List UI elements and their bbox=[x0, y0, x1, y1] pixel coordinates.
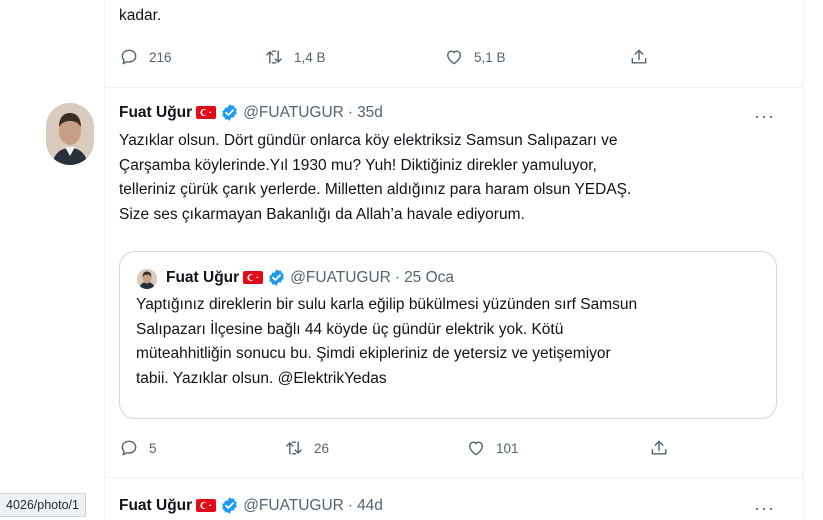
retweet-icon bbox=[266, 50, 282, 64]
like-count: 5,1 B bbox=[474, 49, 506, 65]
text-line: Salıpazarı İlçesine bağlı 44 köyde üç gü… bbox=[136, 320, 564, 338]
timeline-left-border bbox=[104, 0, 105, 520]
quoted-tweet-text: Yaptığınız direklerin bir sulu karla eği… bbox=[136, 293, 637, 391]
reply-button[interactable]: 5 bbox=[119, 438, 284, 458]
like-count: 101 bbox=[496, 440, 519, 456]
timeline-right-border bbox=[803, 0, 804, 520]
reply-icon bbox=[121, 49, 137, 65]
verified-badge-icon bbox=[222, 104, 237, 121]
text-line: Yazıklar olsun. Dört gündür onlarca köy … bbox=[119, 132, 618, 149]
reply-count: 216 bbox=[149, 49, 172, 65]
turkey-flag-icon bbox=[196, 106, 217, 119]
author-handle[interactable]: @FUATUGUR bbox=[243, 497, 344, 515]
share-icon bbox=[631, 49, 647, 64]
retweet-count: 1,4 B bbox=[294, 49, 326, 65]
text-line: telleriniz çürük çarık yerlerde. Millett… bbox=[119, 181, 632, 198]
retweet-count: 26 bbox=[314, 440, 330, 456]
main-tweet-text: Yazıklar olsun. Dört gündür onlarca köy … bbox=[119, 129, 631, 227]
tweet-divider bbox=[104, 477, 803, 478]
quoted-tweet-date: 25 Oca bbox=[404, 268, 455, 286]
reply-icon bbox=[121, 440, 137, 456]
verified-badge-icon bbox=[222, 497, 237, 514]
previous-tweet-text: kadar. bbox=[119, 7, 162, 24]
share-button[interactable] bbox=[649, 438, 669, 458]
share-icon bbox=[651, 440, 667, 455]
text-line: Yaptığınız direklerin bir sulu karla eği… bbox=[136, 296, 638, 313]
retweet-icon bbox=[286, 441, 302, 455]
author-name[interactable]: Fuat Uğur bbox=[119, 497, 192, 515]
previous-tweet-actions: 216 1,4 B 5,1 B bbox=[119, 47, 649, 67]
more-options-icon[interactable]: ··· bbox=[754, 107, 775, 125]
author-handle[interactable]: @FUATUGUR bbox=[243, 104, 344, 122]
retweet-button[interactable]: 1,4 B bbox=[264, 47, 444, 67]
retweet-button[interactable]: 26 bbox=[284, 438, 466, 458]
text-line: müteahhitliğin sonucu bu. Şimdi ekipleri… bbox=[136, 345, 611, 362]
text-line: Çarşamba köylerinde.Yıl 1930 mu? Yuh! Di… bbox=[119, 156, 597, 174]
next-tweet-header: Fuat Uğur @FUATUGUR · 44d bbox=[119, 496, 383, 515]
main-tweet-actions: 5 26 101 bbox=[119, 438, 669, 458]
turkey-flag-icon bbox=[243, 271, 264, 284]
share-button[interactable] bbox=[629, 47, 649, 67]
quoted-tweet-header: Fuat Uğur @FUATUGUR · 25 Oca bbox=[166, 268, 454, 287]
like-button[interactable]: 5,1 B bbox=[444, 47, 629, 67]
quoted-tweet-card[interactable]: Fuat Uğur @FUATUGUR · 25 Oca Yaptığınız … bbox=[119, 251, 777, 419]
header-separator: · bbox=[347, 103, 354, 121]
author-avatar[interactable] bbox=[46, 103, 94, 165]
header-separator: · bbox=[347, 496, 354, 514]
tweet-divider bbox=[104, 87, 803, 88]
status-url-bar: 4026/photo/1 bbox=[0, 493, 86, 517]
heart-icon bbox=[447, 50, 461, 65]
reply-button[interactable]: 216 bbox=[119, 47, 264, 67]
turkey-flag-icon bbox=[196, 499, 217, 512]
tweet-timestamp[interactable]: 44d bbox=[357, 497, 383, 515]
like-button[interactable]: 101 bbox=[466, 438, 649, 458]
more-options-icon[interactable]: ··· bbox=[754, 499, 775, 517]
quoted-author-handle: @FUATUGUR bbox=[290, 268, 391, 286]
main-tweet-header: Fuat Uğur @FUATUGUR · 35d bbox=[119, 103, 383, 122]
verified-badge-icon bbox=[269, 269, 284, 286]
header-separator: · bbox=[394, 268, 401, 286]
reply-count: 5 bbox=[149, 440, 157, 456]
tweet-timestamp[interactable]: 35d bbox=[357, 104, 383, 122]
author-name[interactable]: Fuat Uğur bbox=[119, 104, 192, 122]
heart-icon bbox=[469, 441, 483, 456]
quoted-author-avatar bbox=[137, 269, 157, 289]
text-line: tabii. Yazıklar olsun. @ElektrikYedas bbox=[136, 369, 387, 387]
text-line: Size ses çıkarmayan Bakanlığı da Allah’a… bbox=[119, 205, 525, 223]
quoted-author-name: Fuat Uğur bbox=[166, 268, 240, 286]
